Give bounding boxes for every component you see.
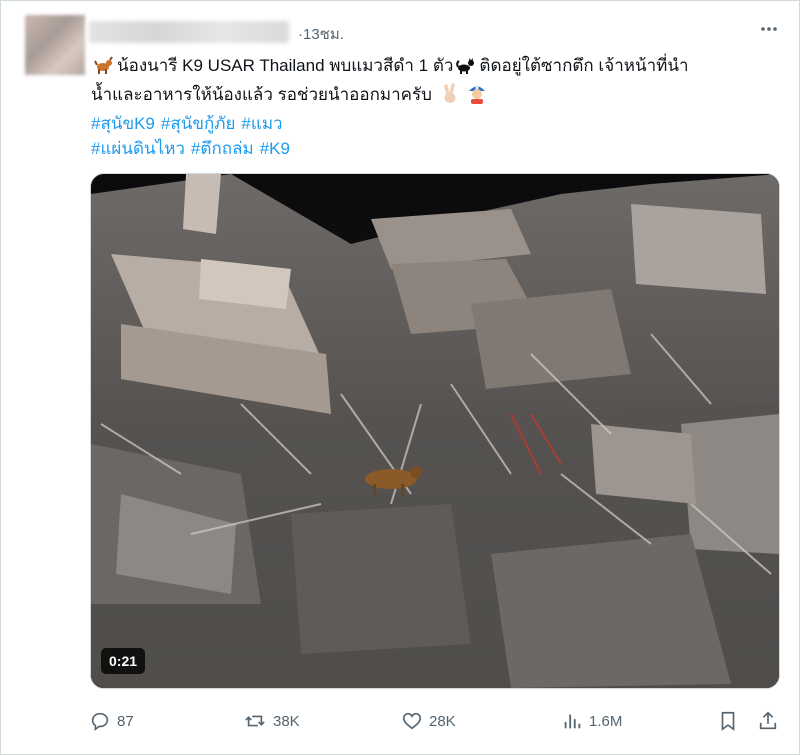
tweet-text-line1b: ติดอยู่ใต้ซากตึก เจ้าหน้าที่นำ: [479, 56, 689, 75]
share-button[interactable]: [757, 707, 785, 735]
hashtag-link[interactable]: #สุนัขกู้ภัย: [161, 114, 236, 133]
retweet-icon: [245, 715, 265, 727]
views-button[interactable]: 1.6M: [561, 707, 622, 735]
hashtag-link[interactable]: #K9: [260, 139, 290, 158]
like-button[interactable]: 28K: [401, 707, 456, 735]
bookmark-button[interactable]: [717, 707, 745, 735]
hashtag-link[interactable]: #สุนัขK9: [91, 114, 155, 133]
victory-hand-emoji-icon: [440, 82, 460, 111]
hashtag-link[interactable]: #ตึกถล่ม: [191, 139, 254, 158]
reply-count: 87: [117, 712, 134, 730]
tweet-text-line2: น้ำและอาหารให้น้องแล้ว รอช่วยนำออกมาครับ: [91, 85, 432, 104]
reply-icon: [91, 712, 109, 731]
author-name-blurred[interactable]: [89, 21, 289, 43]
like-count: 28K: [429, 712, 456, 730]
tweet-text: น้องนารี K9 USAR Thailand พบแมวสีดำ 1 ตั…: [91, 53, 781, 161]
tweet-actions-bar: 87 38K 28K 1.6M: [89, 707, 789, 735]
hashtag-link[interactable]: #แผ่นดินไหว: [91, 139, 185, 158]
views-chart-icon: [564, 714, 581, 729]
retweet-button[interactable]: 38K: [243, 707, 300, 735]
tweet-card: ·13ชม. น้องนารี K9 USAR Thailand พบแมวสี…: [0, 0, 800, 755]
avatar[interactable]: [25, 15, 85, 75]
black-cat-emoji-icon: [456, 55, 476, 82]
video-duration-badge: 0:21: [101, 648, 146, 674]
bookmark-icon: [721, 711, 735, 731]
share-icon: [759, 711, 777, 730]
video-player[interactable]: 0:21: [90, 173, 780, 689]
dog-emoji-icon: [94, 55, 114, 82]
heart-icon: [402, 712, 422, 730]
retweet-count: 38K: [273, 712, 300, 730]
tweet-text-line1: น้องนารี K9 USAR Thailand พบแมวสีดำ 1 ตั…: [117, 56, 454, 75]
rescue-worker-emoji-icon: [466, 82, 488, 111]
rubble-video-frame: [91, 174, 779, 688]
more-options-icon[interactable]: [757, 17, 781, 41]
view-count: 1.6M: [589, 712, 623, 730]
hashtag-link[interactable]: #แมว: [241, 114, 282, 133]
tweet-timestamp[interactable]: ·13ชม.: [298, 22, 344, 46]
reply-button[interactable]: 87: [89, 707, 134, 735]
